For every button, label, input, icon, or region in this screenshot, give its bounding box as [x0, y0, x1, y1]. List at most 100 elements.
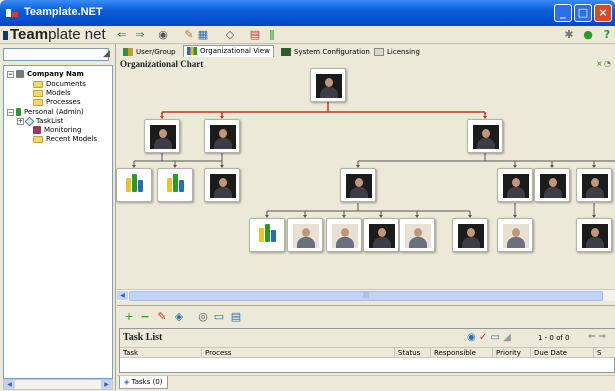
column-priority[interactable]: Priority — [493, 348, 531, 358]
grid-icon[interactable]: ▤ — [247, 27, 263, 43]
scroll-left-icon[interactable]: ◀ — [117, 291, 128, 300]
org-node[interactable] — [204, 168, 240, 202]
pin-icon[interactable]: ◢ — [103, 49, 113, 59]
chart-icon[interactable]: ǁ — [264, 27, 280, 43]
column-due-date[interactable]: Due Date — [531, 348, 594, 358]
column-status[interactable]: Status — [395, 348, 431, 358]
tree-item-models[interactable]: Models — [33, 89, 71, 98]
org-node[interactable] — [452, 218, 488, 252]
column-responsible[interactable]: Responsible — [431, 348, 493, 358]
brand-rest-text: plate net — [48, 26, 106, 43]
tree-item-recent-models[interactable]: Recent Models — [33, 135, 97, 144]
tree-item-label: Monitoring — [44, 126, 82, 134]
tree-item-label: Company Nam — [27, 70, 84, 78]
tree-item-label: Models — [46, 89, 71, 97]
bottom-panel: + − ✎ ◈ ◎ ▭ ▤ Task List ◉ ✓ ▭ ◢ 1 - 0 of… — [117, 305, 615, 391]
scroll-right-icon[interactable]: ▶ — [101, 380, 112, 389]
tab-label: Licensing — [387, 48, 420, 56]
org-group-node[interactable] — [116, 168, 152, 202]
settings-icon[interactable]: ✱ — [561, 27, 577, 43]
tree-item-monitoring[interactable]: Monitoring — [33, 126, 81, 135]
back-arrow-icon[interactable]: ⇐ — [114, 27, 130, 43]
collapse-icon[interactable]: − — [7, 108, 14, 116]
brand-mark-icon — [3, 30, 8, 40]
org-node[interactable] — [204, 119, 240, 153]
person-photo — [316, 74, 342, 98]
org-node[interactable] — [497, 168, 533, 202]
org-chart-canvas[interactable] — [116, 68, 615, 289]
org-node[interactable] — [340, 168, 376, 202]
tree-item-processes[interactable]: Processes — [33, 98, 81, 107]
tree-item-personal[interactable]: − Personal (Admin) — [7, 108, 84, 117]
person-photo — [150, 125, 176, 149]
folder-icon — [33, 135, 43, 143]
tab-label: User/Group — [136, 48, 176, 56]
tab-label: Tasks (0) — [131, 378, 163, 386]
org-node[interactable] — [144, 119, 180, 153]
approve-icon[interactable]: ✓ — [479, 332, 487, 343]
close-button[interactable]: × — [594, 4, 612, 22]
mail-icon[interactable]: ▭ — [491, 332, 500, 343]
navigation-tree: − Company Nam Documents Models Processes … — [3, 65, 113, 379]
scroll-left-icon[interactable]: ◀ — [4, 380, 15, 389]
sidebar-horizontal-scrollbar[interactable]: ◀ ▶ — [3, 379, 113, 390]
add-icon[interactable]: + — [121, 309, 137, 325]
minimize-button[interactable]: _ — [554, 4, 572, 22]
column-s[interactable]: S — [594, 348, 615, 358]
task-count: 1 - 0 of 0 — [538, 334, 570, 342]
org-group-node[interactable] — [157, 168, 193, 202]
org-horizontal-scrollbar[interactable]: ◀ ||| — [117, 289, 615, 301]
forward-arrow-icon[interactable]: ⇒ — [132, 27, 148, 43]
tab-system-configuration[interactable]: System Configuration — [277, 46, 374, 58]
org-node[interactable] — [287, 218, 323, 252]
next-page-icon[interactable]: ⇒ — [598, 332, 606, 342]
refresh-icon[interactable]: ◉ — [467, 332, 476, 343]
org-node[interactable] — [497, 218, 533, 252]
previous-page-icon[interactable]: ⇐ — [588, 332, 596, 342]
column-process[interactable]: Process — [202, 348, 395, 358]
org-node[interactable] — [326, 218, 362, 252]
org-node[interactable] — [399, 218, 435, 252]
collapse-icon[interactable]: − — [7, 70, 14, 78]
group-chart-icon — [255, 224, 281, 248]
document-icon[interactable]: ▤ — [228, 309, 244, 325]
tree-item-label: Documents — [46, 80, 86, 88]
tag-icon[interactable]: ◈ — [171, 309, 187, 325]
org-node[interactable] — [576, 218, 612, 252]
tab-licensing[interactable]: Licensing — [370, 46, 424, 58]
card-icon[interactable]: ▭ — [211, 309, 227, 325]
org-node[interactable] — [363, 218, 399, 252]
org-node[interactable] — [534, 168, 570, 202]
tab-organizational-view[interactable]: Organizational View — [183, 45, 274, 57]
chart-icon[interactable]: ⩙ — [597, 59, 602, 68]
org-node[interactable] — [576, 168, 612, 202]
edit-icon[interactable]: ◇ — [222, 27, 238, 43]
folder-icon — [33, 98, 43, 106]
filter-icon[interactable]: ◢ — [503, 332, 511, 343]
view-icon[interactable]: ◎ — [195, 309, 211, 325]
tag-icon[interactable]: ▦ — [195, 27, 211, 43]
sidebar-search-input[interactable] — [3, 48, 109, 61]
refresh-icon[interactable]: ◔ — [604, 59, 611, 68]
expand-icon[interactable]: + — [17, 117, 24, 125]
tree-item-company[interactable]: − Company Nam — [7, 70, 84, 79]
tree-item-tasklist[interactable]: + TaskList — [17, 116, 63, 126]
org-group-node[interactable] — [249, 218, 285, 252]
refresh-icon[interactable]: ● — [580, 27, 596, 43]
org-node[interactable] — [310, 68, 346, 102]
column-task[interactable]: Task — [120, 348, 202, 358]
tree-item-documents[interactable]: Documents — [33, 80, 86, 89]
remove-icon[interactable]: − — [137, 309, 153, 325]
tab-tasks[interactable]: ◈ Tasks (0) — [119, 376, 168, 389]
scroll-thumb[interactable]: ||| — [129, 291, 603, 301]
maximize-button[interactable]: □ — [574, 4, 592, 22]
task-list-title: Task List — [123, 332, 163, 343]
edit-icon[interactable]: ✎ — [154, 309, 170, 325]
person-photo — [540, 174, 566, 198]
tab-user-group[interactable]: User/Group — [119, 46, 180, 58]
org-node[interactable] — [467, 119, 503, 153]
sidebar: ◢ − Company Nam Documents Models Processe… — [0, 44, 116, 390]
preview-icon[interactable]: ◉ — [155, 27, 171, 43]
tree-item-label: Recent Models — [46, 135, 98, 143]
help-icon[interactable]: ? — [599, 27, 615, 43]
